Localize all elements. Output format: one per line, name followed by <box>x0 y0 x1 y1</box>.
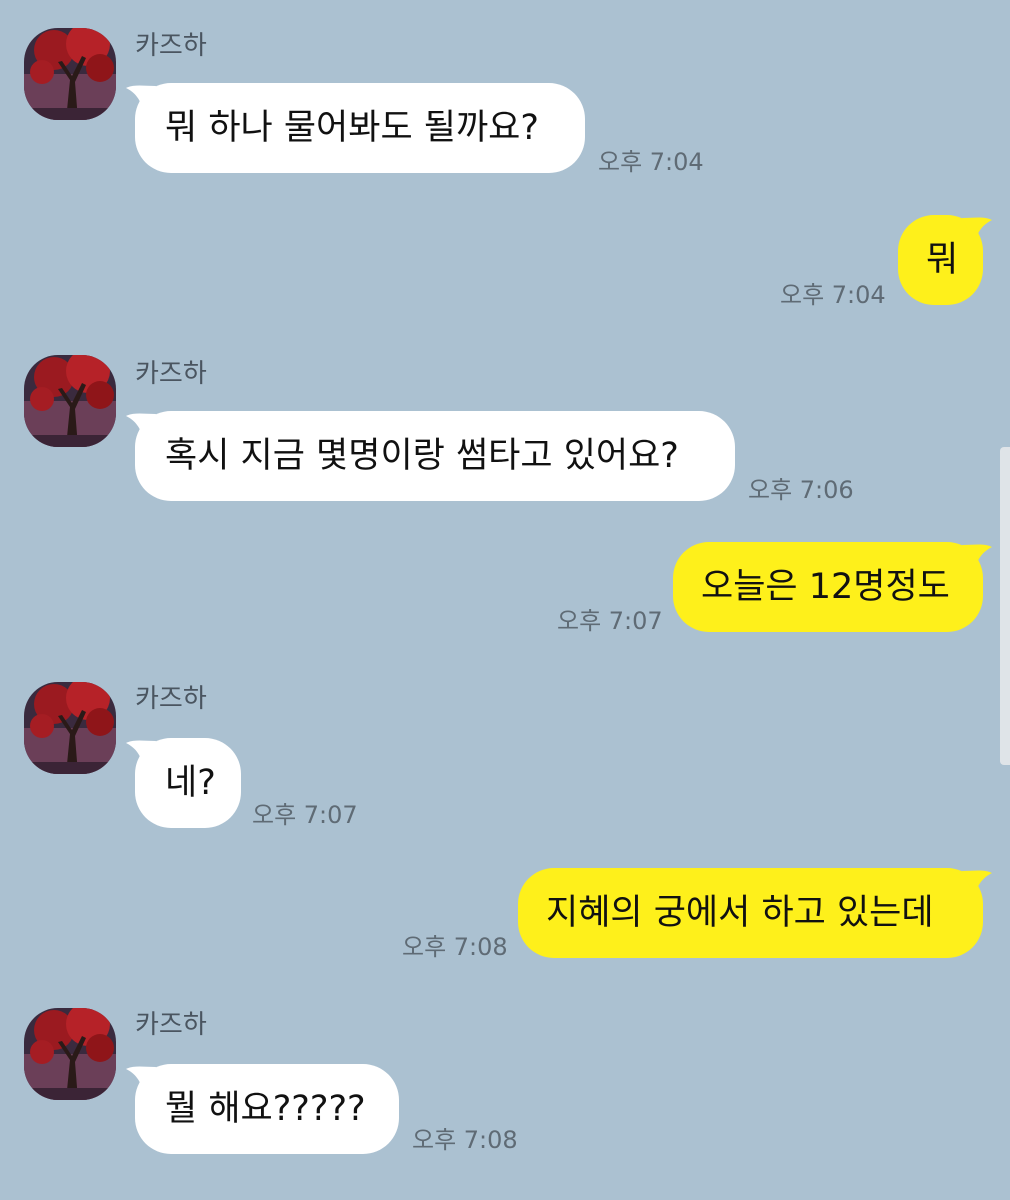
sender-name: 카즈하 <box>135 359 207 389</box>
scrollbar[interactable] <box>1000 447 1010 765</box>
message-timestamp: 오후 7:04 <box>598 148 704 176</box>
message-timestamp: 오후 7:08 <box>402 933 508 961</box>
tree-avatar-image <box>24 28 116 120</box>
sender-avatar[interactable] <box>24 1008 116 1100</box>
sender-avatar[interactable] <box>24 355 116 447</box>
chat-room: 카즈하 뭐 하나 물어봐도 될까요? 오후 7:04 오후 7:04 뭐 카즈하… <box>0 0 1010 1200</box>
message-timestamp: 오후 7:04 <box>780 281 886 309</box>
bubble-tail <box>962 870 992 895</box>
bubble-tail <box>962 544 992 569</box>
tree-avatar-image <box>24 1008 116 1100</box>
message-timestamp: 오후 7:08 <box>412 1126 518 1154</box>
incoming-message-bubble[interactable]: 뭐 하나 물어봐도 될까요? <box>135 83 585 173</box>
outgoing-message-bubble[interactable]: 오늘은 12명정도 <box>673 542 983 632</box>
incoming-message-bubble[interactable]: 네? <box>135 738 241 828</box>
sender-name: 카즈하 <box>135 31 207 61</box>
outgoing-message-bubble[interactable]: 지혜의 궁에서 하고 있는데 <box>518 868 983 958</box>
message-timestamp: 오후 7:06 <box>748 476 854 504</box>
incoming-message-bubble[interactable]: 뭘 해요????? <box>135 1064 399 1154</box>
sender-avatar[interactable] <box>24 682 116 774</box>
tree-avatar-image <box>24 682 116 774</box>
bubble-tail <box>962 217 992 242</box>
sender-name: 카즈하 <box>135 684 207 714</box>
sender-avatar[interactable] <box>24 28 116 120</box>
message-timestamp: 오후 7:07 <box>557 607 663 635</box>
message-timestamp: 오후 7:07 <box>252 801 358 829</box>
sender-name: 카즈하 <box>135 1010 207 1040</box>
incoming-message-bubble[interactable]: 혹시 지금 몇명이랑 썸타고 있어요? <box>135 411 735 501</box>
tree-avatar-image <box>24 355 116 447</box>
